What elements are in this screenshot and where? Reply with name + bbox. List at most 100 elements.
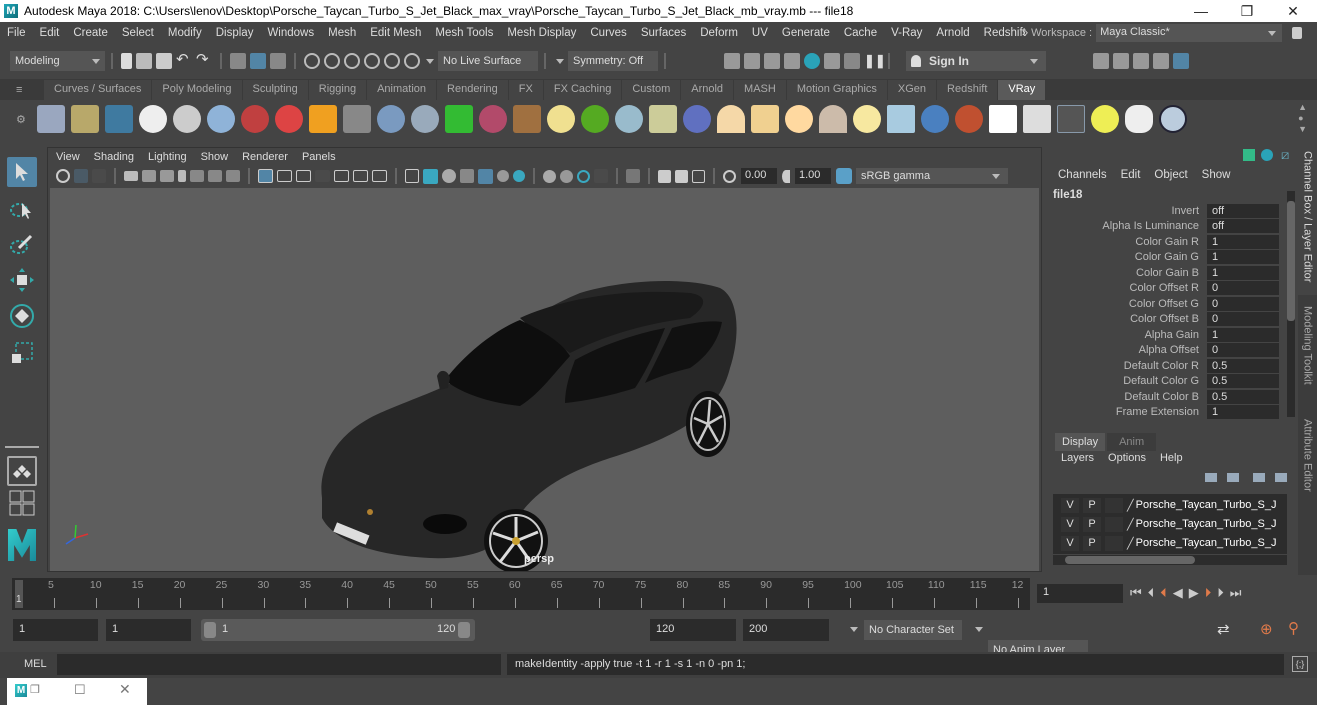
chevron-down-icon[interactable] bbox=[850, 627, 858, 632]
command-input[interactable] bbox=[57, 654, 501, 675]
close-icon[interactable]: ✕ bbox=[119, 681, 131, 698]
attr-value[interactable]: 0 bbox=[1207, 311, 1279, 326]
3d-viewport[interactable]: persp bbox=[50, 188, 1039, 571]
playback-toggle[interactable]: P bbox=[1083, 497, 1101, 513]
pause-icon[interactable]: ❚❚ bbox=[864, 53, 886, 69]
attr-value[interactable]: 1 bbox=[1207, 234, 1279, 249]
loop-icon[interactable]: ⇄ bbox=[1217, 620, 1230, 638]
channel-menu-channels[interactable]: Channels bbox=[1058, 169, 1107, 181]
vray-render-icon[interactable] bbox=[1023, 105, 1051, 133]
menu-deform[interactable]: Deform bbox=[693, 27, 745, 39]
textured-icon[interactable] bbox=[478, 168, 493, 184]
vray-export-icon[interactable] bbox=[37, 105, 65, 133]
safe-title-icon[interactable] bbox=[372, 170, 387, 182]
layer-name[interactable]: Porsche_Taycan_Turbo_S_Jet bbox=[1136, 518, 1276, 530]
vray-cloud-icon[interactable] bbox=[1125, 105, 1153, 133]
menu-generate[interactable]: Generate bbox=[775, 27, 837, 39]
light-editor-icon[interactable] bbox=[844, 53, 860, 69]
attr-value[interactable]: 0 bbox=[1207, 296, 1279, 311]
live-surface-field[interactable]: No Live Surface bbox=[438, 51, 538, 71]
vray-displacement-icon[interactable] bbox=[411, 105, 439, 133]
minimized-window[interactable]: M ❐ ☐ ✕ bbox=[7, 678, 147, 705]
layer-menu-layers[interactable]: Layers bbox=[1061, 452, 1094, 464]
color-space-dropdown[interactable]: sRGB gamma bbox=[856, 168, 1008, 184]
start-time-field[interactable]: 1 bbox=[13, 619, 98, 641]
tab-display[interactable]: Display bbox=[1055, 433, 1106, 451]
attr-row[interactable]: Invert off bbox=[1047, 203, 1287, 218]
current-frame-field[interactable]: 1 bbox=[1037, 584, 1123, 603]
move-tool-icon[interactable] bbox=[7, 265, 37, 295]
attr-row[interactable]: Default Color G 0.5 bbox=[1047, 373, 1287, 388]
tab-sculpting[interactable]: Sculpting bbox=[242, 80, 308, 100]
character-set-dropdown[interactable]: No Character Set bbox=[864, 620, 962, 640]
shelf-settings-icon[interactable]: ⚙ bbox=[16, 113, 34, 126]
camera-icon[interactable] bbox=[124, 171, 138, 181]
safe-action-icon[interactable] bbox=[353, 170, 368, 182]
color-management-icon[interactable] bbox=[836, 168, 852, 184]
vray-fur-icon[interactable] bbox=[479, 105, 507, 133]
vray-material-icon[interactable] bbox=[207, 105, 235, 133]
shelf-menu-icon[interactable]: ≡ bbox=[16, 84, 28, 96]
render-frame-icon[interactable] bbox=[744, 53, 760, 69]
command-language-toggle[interactable]: MEL bbox=[24, 658, 47, 670]
lock-icon[interactable] bbox=[1292, 27, 1303, 39]
snap-view-plane-icon[interactable] bbox=[364, 53, 380, 69]
film-gate-icon[interactable] bbox=[277, 170, 292, 182]
tool-settings-icon[interactable] bbox=[1153, 53, 1169, 69]
attr-value[interactable]: 0.5 bbox=[1207, 358, 1279, 373]
open-scene-icon[interactable] bbox=[136, 53, 152, 69]
gate-mask-icon[interactable] bbox=[315, 170, 330, 182]
attr-value[interactable]: 0.5 bbox=[1207, 389, 1279, 404]
channel-box-icon[interactable] bbox=[1173, 53, 1189, 69]
motion-blur-icon[interactable] bbox=[560, 169, 573, 183]
frame-selection-icon[interactable] bbox=[692, 169, 705, 183]
tab-rigging[interactable]: Rigging bbox=[308, 80, 367, 100]
render-view-icon[interactable] bbox=[724, 53, 740, 69]
channel-menu-show[interactable]: Show bbox=[1202, 169, 1231, 181]
attr-row[interactable]: Color Gain G 1 bbox=[1047, 249, 1287, 264]
expand-icon[interactable]: » bbox=[1022, 27, 1028, 39]
viewport-menu-shading[interactable]: Shading bbox=[94, 151, 134, 163]
vray-sun-icon[interactable] bbox=[853, 105, 881, 133]
vray-light-lister-icon[interactable] bbox=[1091, 105, 1119, 133]
layer-name[interactable]: Porsche_Taycan_Turbo_S_Jet bbox=[1136, 537, 1276, 549]
playback-toggle[interactable]: P bbox=[1083, 535, 1101, 551]
mode-dropdown[interactable]: Modeling bbox=[10, 51, 105, 71]
attr-row[interactable]: Default Color B 0.5 bbox=[1047, 389, 1287, 404]
attr-value[interactable]: off bbox=[1207, 203, 1279, 218]
depth-of-field-icon[interactable] bbox=[594, 169, 608, 183]
tab-animation[interactable]: Animation bbox=[367, 80, 437, 100]
rotate-tool-icon[interactable] bbox=[7, 301, 37, 331]
channel-menu-edit[interactable]: Edit bbox=[1121, 169, 1141, 181]
step-back-key-icon[interactable]: ⏴ bbox=[1160, 585, 1167, 601]
tab-anim[interactable]: Anim bbox=[1107, 433, 1157, 451]
vray-checker-icon[interactable] bbox=[989, 105, 1017, 133]
vray-rect-light-icon[interactable] bbox=[751, 105, 779, 133]
screen-space-ao-icon[interactable] bbox=[543, 169, 556, 183]
channel-box-tools-icon[interactable] bbox=[1243, 149, 1255, 161]
go-to-end-icon[interactable]: ⏭ bbox=[1230, 585, 1242, 601]
attr-row[interactable]: Alpha Offset 0 bbox=[1047, 342, 1287, 357]
channel-box-scrollbar[interactable] bbox=[1287, 191, 1295, 417]
gamma-field[interactable]: 1.00 bbox=[795, 168, 831, 184]
snap-curve-icon[interactable] bbox=[324, 53, 340, 69]
help-icon[interactable] bbox=[1159, 105, 1187, 133]
range-slider[interactable]: 1 120 bbox=[201, 619, 475, 641]
grid-icon[interactable] bbox=[258, 169, 273, 183]
vray-import-icon[interactable] bbox=[71, 105, 99, 133]
snap-point-icon[interactable] bbox=[344, 53, 360, 69]
exposure-field[interactable]: 0.00 bbox=[741, 168, 777, 184]
attr-value[interactable]: 1 bbox=[1207, 404, 1279, 419]
restore-icon[interactable]: ❐ bbox=[30, 683, 40, 696]
vray-render-elements-icon[interactable] bbox=[1057, 105, 1085, 133]
channel-box-sync-icon[interactable] bbox=[1261, 149, 1273, 161]
attr-row[interactable]: Color Gain R 1 bbox=[1047, 234, 1287, 249]
default-material-icon[interactable] bbox=[442, 169, 456, 183]
snap-surface-icon[interactable] bbox=[384, 53, 400, 69]
tab-vray[interactable]: VRay bbox=[998, 80, 1046, 100]
viewport-menu-renderer[interactable]: Renderer bbox=[242, 151, 288, 163]
channel-menu-object[interactable]: Object bbox=[1154, 169, 1187, 181]
field-chart-icon[interactable] bbox=[334, 170, 349, 182]
scale-tool-icon[interactable] bbox=[7, 338, 37, 368]
select-tool-icon[interactable] bbox=[7, 157, 37, 187]
